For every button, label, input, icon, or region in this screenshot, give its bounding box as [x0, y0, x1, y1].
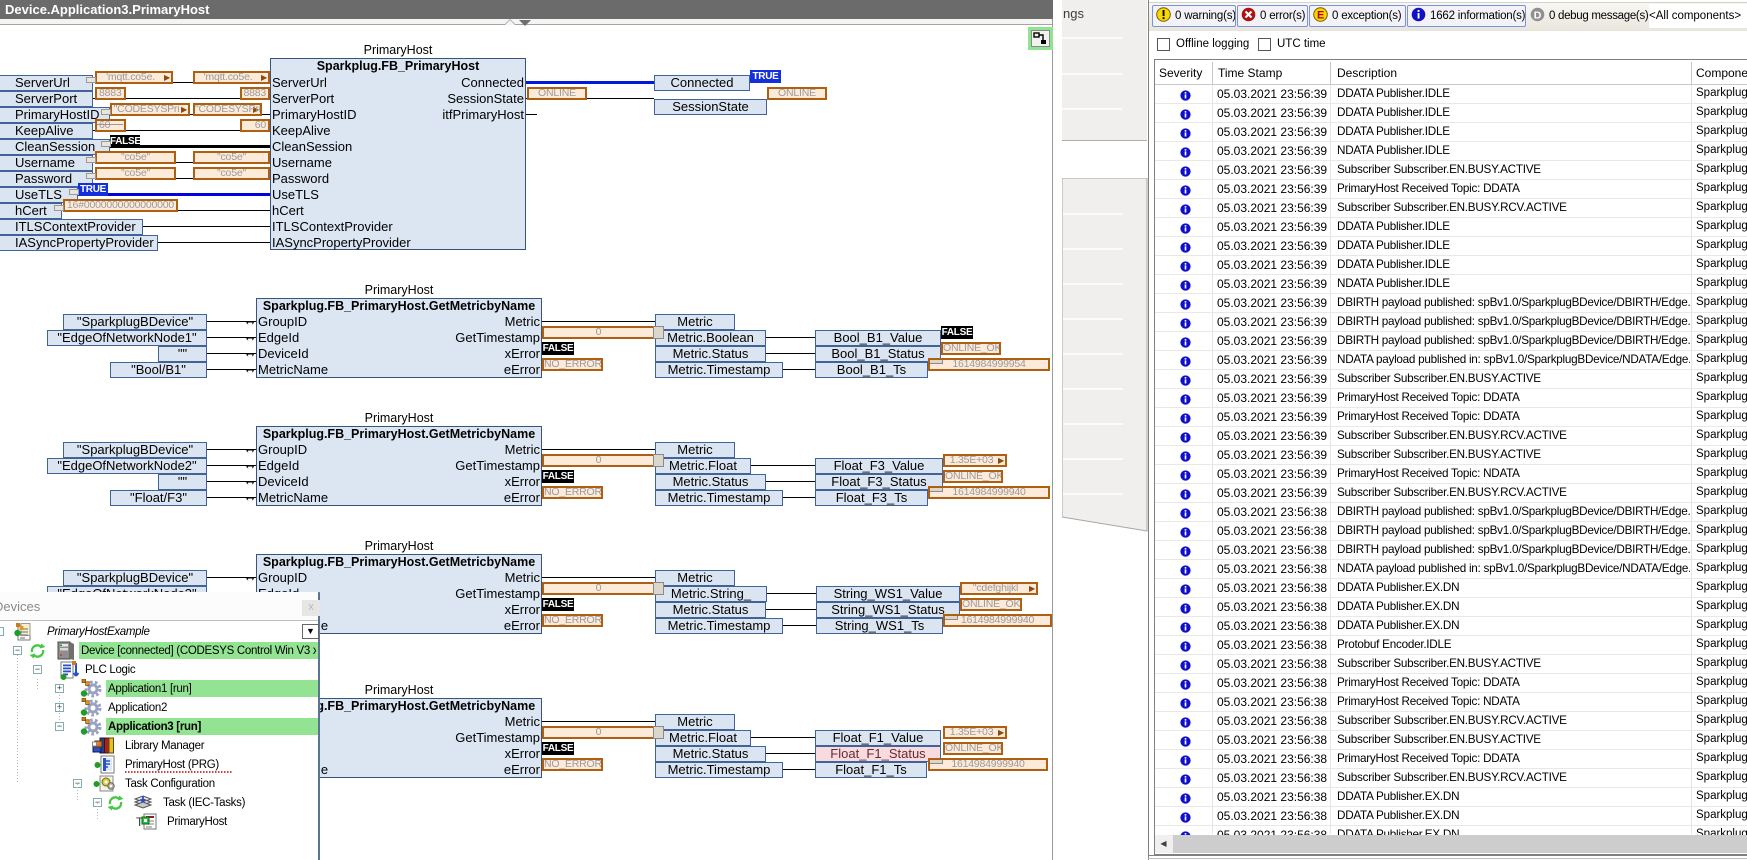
- svg-text:E: E: [1317, 10, 1324, 22]
- svg-text:D: D: [1534, 10, 1542, 22]
